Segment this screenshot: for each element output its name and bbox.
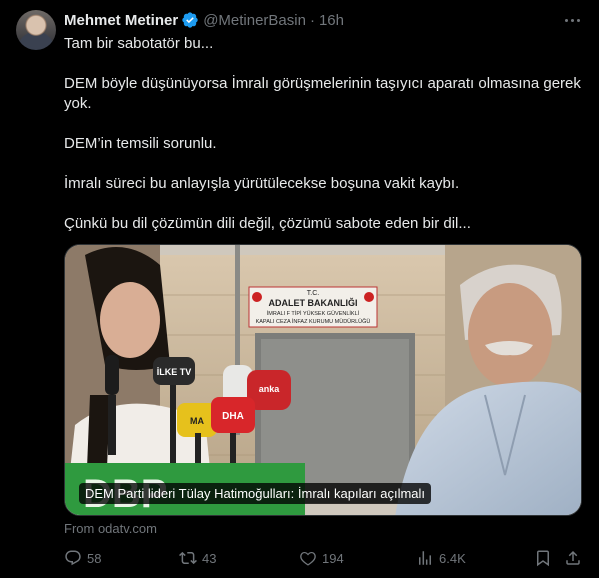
reply-count: 58 — [87, 550, 102, 566]
verified-badge-icon[interactable] — [181, 11, 199, 29]
share-icon — [566, 550, 580, 565]
author-name[interactable]: Mehmet Metiner — [64, 12, 178, 29]
tweet-paragraph: İmralı süreci bu anlayışla yürütülecekse… — [64, 175, 460, 192]
like-count: 194 — [322, 550, 344, 566]
author-handle[interactable]: @MetinerBasin — [203, 12, 306, 29]
tweet-header: Mehmet Metiner @MetinerBasin · 16h — [64, 10, 344, 30]
repost-button[interactable]: 43 — [179, 548, 216, 568]
tweet-paragraph: DEM böyle düşünüyorsa İmralı görüşmeleri… — [64, 75, 581, 112]
tweet[interactable]: Mehmet Metiner @MetinerBasin · 16h Tam b… — [0, 0, 599, 578]
header-separator: · — [309, 11, 315, 29]
mic-label: MA — [190, 416, 204, 426]
more-icon[interactable] — [560, 10, 584, 30]
sign-text: İMRALI F TİPİ YÜKSEK GÜVENLİKLİ — [267, 310, 360, 317]
repost-count: 43 — [202, 550, 217, 566]
views-icon — [419, 551, 431, 565]
like-button[interactable]: 194 — [299, 548, 344, 568]
tweet-media-image[interactable]: T.C. ADALET BAKANLIĞI İMRALI F TİPİ YÜKS… — [64, 244, 582, 516]
media-caption: DEM Parti lideri Tülay Hatimoğulları: İm… — [79, 483, 432, 504]
media-photo: T.C. ADALET BAKANLIĞI İMRALI F TİPİ YÜKS… — [65, 245, 581, 515]
mic-label: DHA — [222, 411, 244, 422]
tweet-paragraph: DEM’in temsili sorunlu. — [64, 135, 217, 152]
tweet-paragraph: Tam bir sabotatör bu... — [64, 35, 214, 52]
link-source[interactable]: From odatv.com — [64, 521, 157, 536]
reply-button[interactable]: 58 — [64, 548, 101, 568]
mic-label: anka — [259, 384, 281, 394]
share-button[interactable] — [564, 548, 582, 568]
sign-text: ADALET BAKANLIĞI — [269, 297, 358, 308]
mic-label: İLKE TV — [157, 367, 192, 377]
tweet-text: Tam bir sabotatör bu... DEM böyle düşünü… — [64, 34, 584, 234]
sign-text: KAPALI CEZA İNFAZ KURUMU MÜDÜRLÜĞÜ — [256, 318, 371, 325]
avatar[interactable] — [16, 10, 56, 50]
like-icon — [300, 551, 316, 566]
bookmark-button[interactable] — [534, 548, 552, 568]
tweet-actions: 58 43 194 6.4K — [64, 548, 584, 568]
tweet-timestamp[interactable]: 16h — [319, 12, 344, 29]
repost-icon — [179, 551, 197, 565]
sign-text: T.C. — [307, 290, 320, 297]
bookmark-icon — [537, 550, 549, 567]
tweet-paragraph: Çünkü bu dil çözümün dili değil, çözümü … — [64, 215, 471, 232]
views-button[interactable]: 6.4K — [416, 548, 466, 568]
views-count: 6.4K — [439, 550, 466, 566]
reply-icon — [65, 550, 81, 566]
